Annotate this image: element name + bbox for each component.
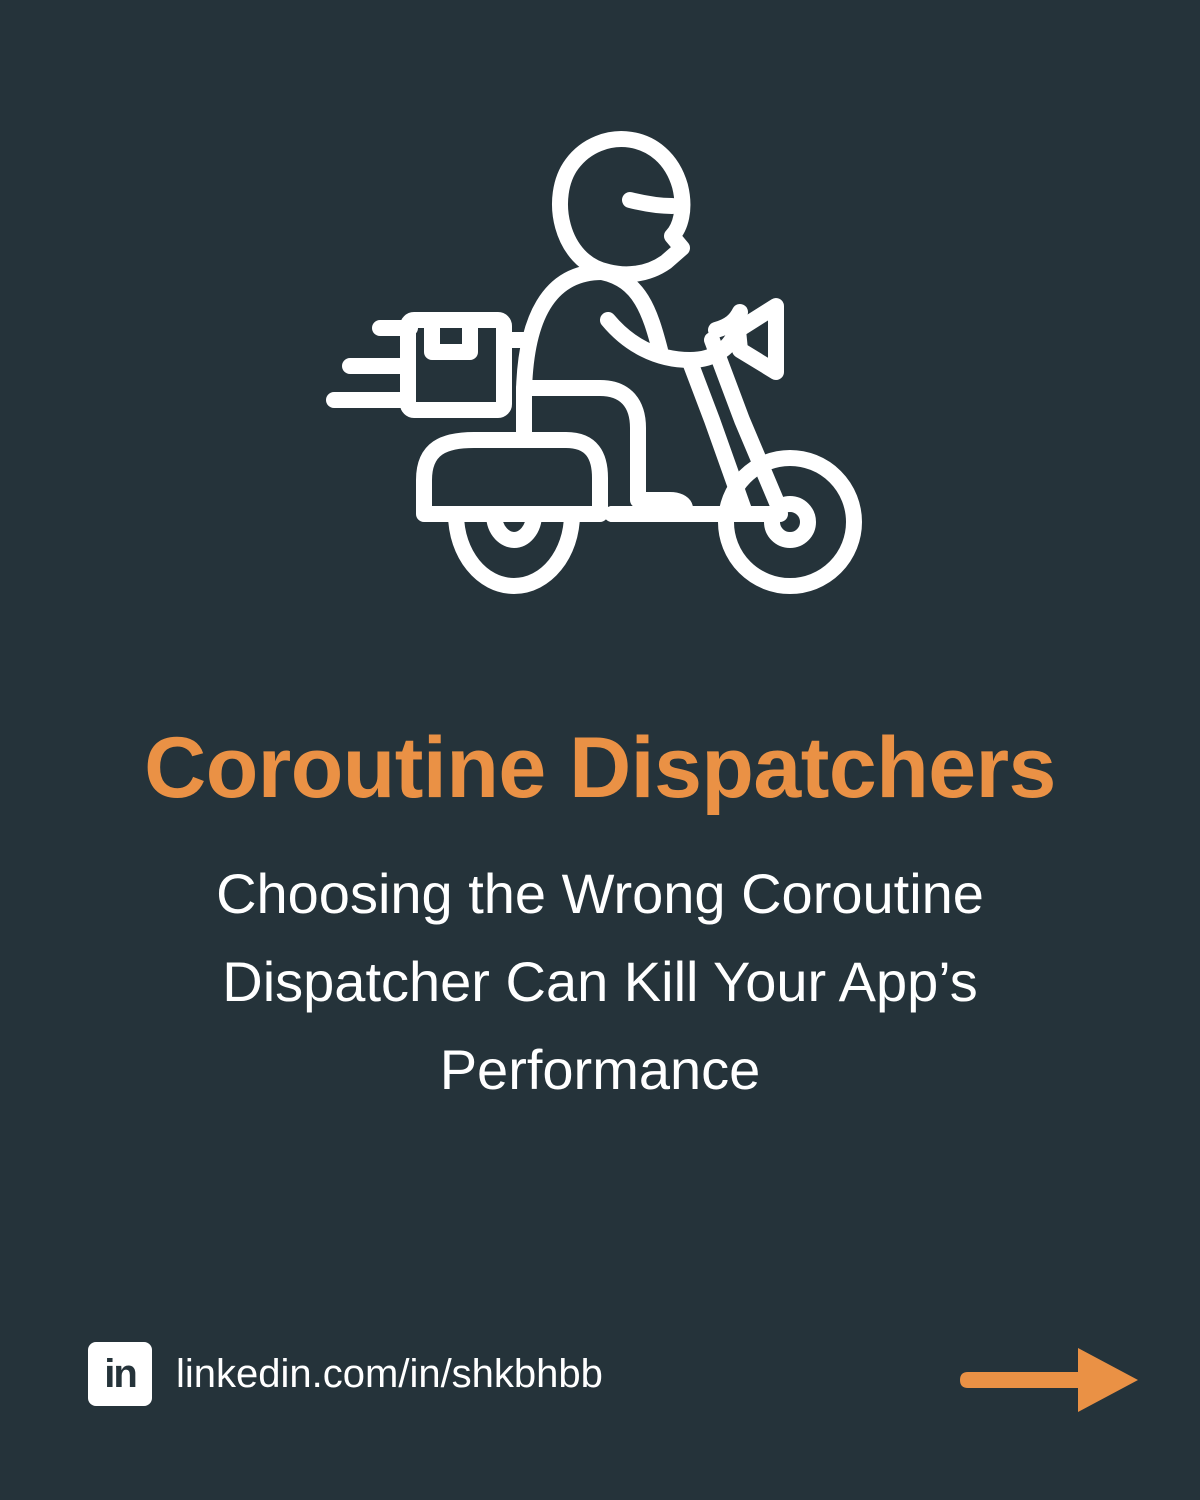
- linkedin-url[interactable]: linkedin.com/in/shkbhbb: [176, 1342, 603, 1406]
- rider-body: [516, 264, 610, 444]
- subtitle-line: Performance: [439, 1038, 761, 1101]
- arrow-right-shape: [960, 1348, 1138, 1412]
- delivery-box: [400, 312, 512, 418]
- page-title: Coroutine Dispatchers: [144, 720, 1056, 816]
- scooter-rear-body: [416, 432, 608, 522]
- subtitle-line: Dispatcher Can Kill Your App’s: [222, 950, 978, 1013]
- arrow-right-icon[interactable]: [956, 1342, 1140, 1418]
- linkedin-icon[interactable]: in: [88, 1342, 152, 1406]
- visor-line: [622, 192, 680, 214]
- linkedin-logo-text: in: [104, 1351, 138, 1396]
- page-subtitle: Choosing the Wrong Coroutine Dispatcher …: [140, 850, 1060, 1114]
- footer: in linkedin.com/in/shkbhbb: [88, 1342, 603, 1406]
- front-wheel-hub: [764, 496, 816, 548]
- subtitle-line: Choosing the Wrong Coroutine: [216, 862, 984, 925]
- delivery-scooter-icon: [326, 131, 862, 594]
- rear-wheel: [448, 506, 580, 594]
- handle-bar: [708, 304, 748, 338]
